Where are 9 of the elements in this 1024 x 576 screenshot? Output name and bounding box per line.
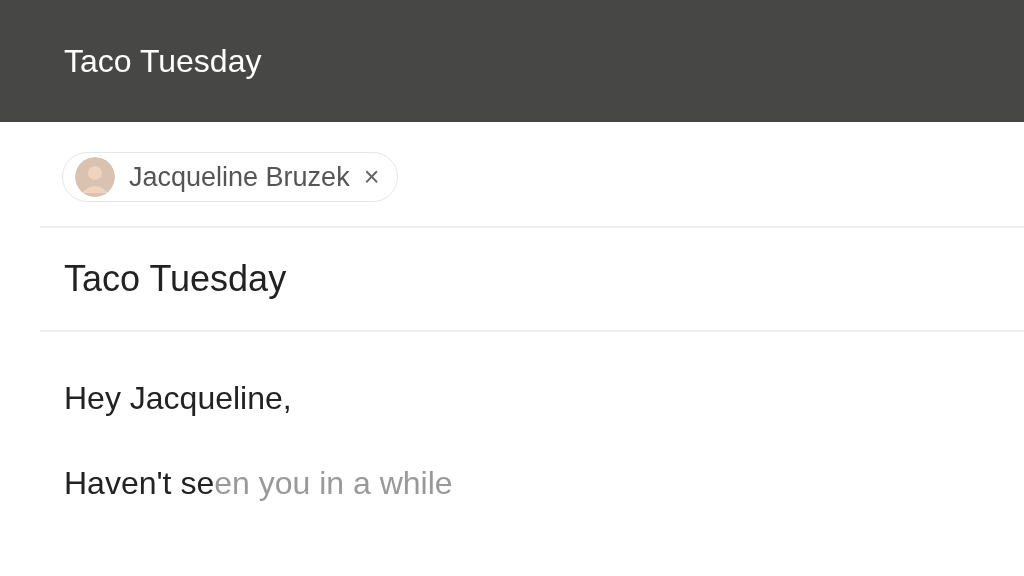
recipient-chip[interactable]: Jacqueline Bruzek ×: [62, 152, 399, 202]
body-text: Hey Jacqueline,: [64, 380, 293, 417]
recipient-name: Jacqueline Bruzek: [129, 161, 350, 193]
suggested-text: en you in a while: [214, 465, 453, 501]
remove-button[interactable]: ×: [363, 161, 380, 193]
typed-text: Haven't se: [64, 465, 215, 501]
window-title: Taco Tuesday: [64, 42, 262, 80]
subject-field[interactable]: Taco Tuesday: [64, 258, 287, 299]
avatar-icon: [75, 157, 115, 197]
